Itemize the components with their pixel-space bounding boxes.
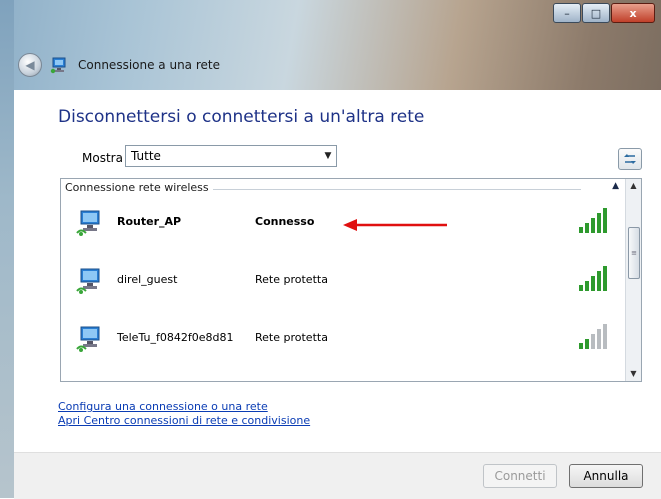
- signal-strength-icon: [579, 324, 607, 349]
- signal-strength-icon: [579, 208, 607, 233]
- caption-buttons: – □ x: [552, 3, 655, 23]
- network-status: Rete protetta: [255, 273, 328, 286]
- network-name: Router_AP: [117, 215, 182, 228]
- list-scrollbar[interactable]: ▲ ≡ ▼: [625, 179, 641, 381]
- page-title: Disconnettersi o connettersi a un'altra …: [58, 107, 425, 127]
- connect-button[interactable]: Connetti: [483, 464, 557, 488]
- chevron-up-icon[interactable]: ▲: [612, 181, 619, 191]
- annotation-arrow-icon: [343, 219, 447, 231]
- window-frame-left: [0, 0, 14, 498]
- network-row-router-ap[interactable]: Router_AP Connesso: [61, 193, 626, 251]
- filter-dropdown[interactable]: Tutte ▼: [125, 145, 337, 167]
- back-arrow-icon[interactable]: ◀: [18, 53, 42, 77]
- signal-strength-icon: [579, 266, 607, 291]
- scroll-up-icon[interactable]: ▲: [626, 179, 641, 193]
- refresh-button[interactable]: [618, 148, 642, 170]
- window-title: Connessione a una rete: [78, 58, 220, 72]
- network-list: Connessione rete wireless ▲ Router_AP Co…: [60, 178, 642, 382]
- minimize-button[interactable]: –: [553, 3, 581, 23]
- close-button[interactable]: x: [611, 3, 655, 23]
- network-computer-icon: [76, 268, 100, 294]
- links-area: Configura una connessione o una rete Apr…: [58, 400, 310, 428]
- dialog-footer: Connetti Annulla: [14, 452, 661, 499]
- chevron-down-icon: ▼: [324, 151, 332, 161]
- maximize-button[interactable]: □: [582, 3, 610, 23]
- filter-dropdown-value: Tutte: [131, 149, 161, 163]
- network-status: Rete protetta: [255, 331, 328, 344]
- setup-connection-link[interactable]: Configura una connessione o una rete: [58, 400, 310, 414]
- network-center-link[interactable]: Apri Centro connessioni di rete e condiv…: [58, 414, 310, 428]
- scroll-thumb[interactable]: ≡: [628, 227, 640, 279]
- network-computer-icon: [76, 210, 100, 236]
- dialog-client: Disconnettersi o connettersi a un'altra …: [14, 90, 661, 452]
- network-status: Connesso: [255, 215, 315, 228]
- network-computer-icon: [50, 57, 66, 74]
- network-name: TeleTu_f0842f0e8d81: [117, 331, 234, 344]
- cancel-button[interactable]: Annulla: [569, 464, 643, 488]
- scroll-down-icon[interactable]: ▼: [626, 367, 641, 381]
- network-computer-icon: [76, 326, 100, 352]
- title-bar: ◀ Connessione a una rete: [18, 48, 638, 82]
- network-name: direl_guest: [117, 273, 178, 286]
- network-row-direl-guest[interactable]: direl_guest Rete protetta: [61, 251, 626, 309]
- filter-label: Mostra: [82, 151, 123, 165]
- network-row-teletu[interactable]: TeleTu_f0842f0e8d81 Rete protetta: [61, 309, 626, 367]
- refresh-icon: [624, 154, 636, 164]
